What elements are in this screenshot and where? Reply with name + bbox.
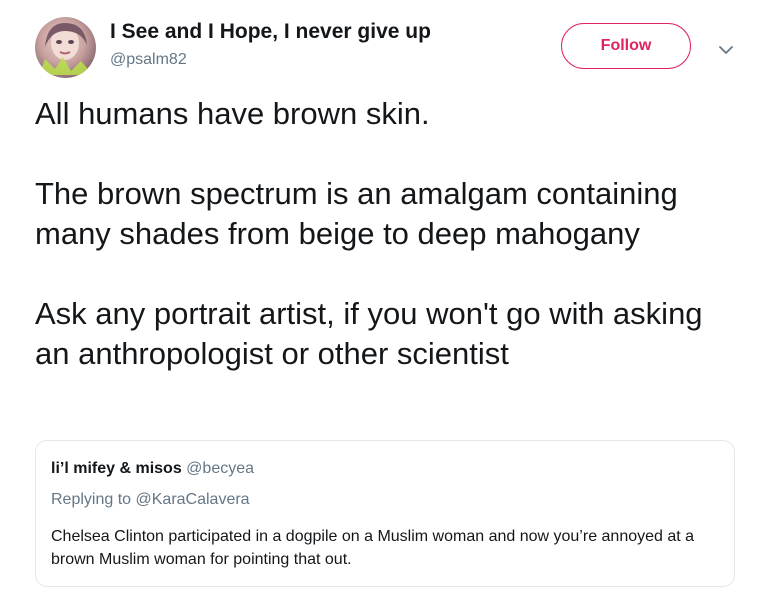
chevron-down-icon xyxy=(719,46,733,54)
more-options-button[interactable] xyxy=(716,40,736,60)
quoted-author-handle: @becyea xyxy=(186,460,255,477)
replying-to-handle[interactable]: @KaraCalavera xyxy=(136,491,250,508)
user-avatar[interactable] xyxy=(35,17,96,78)
tweet-paragraph: The brown spectrum is an amalgam contain… xyxy=(35,176,678,251)
author-display-name[interactable]: I See and I Hope, I never give up xyxy=(110,20,431,44)
tweet-paragraph: All humans have brown skin. xyxy=(35,96,430,131)
replying-to-label: Replying to xyxy=(51,491,132,508)
quoted-tweet-text: Chelsea Clinton participated in a dogpil… xyxy=(51,528,695,568)
tweet-text: All humans have brown skin. The brown sp… xyxy=(35,94,735,374)
quoted-author-name: li’l mifey & misos xyxy=(51,460,182,477)
avatar-photo-icon xyxy=(39,23,93,75)
author-handle[interactable]: @psalm82 xyxy=(110,51,187,69)
quoted-tweet-card[interactable]: li’l mifey & misos @becyea Replying to @… xyxy=(35,440,735,587)
quoted-tweet-header: li’l mifey & misos @becyea xyxy=(51,460,254,478)
follow-button[interactable]: Follow xyxy=(561,23,691,69)
tweet-paragraph: Ask any portrait artist, if you won't go… xyxy=(35,296,703,371)
replying-to-line: Replying to @KaraCalavera xyxy=(51,491,250,509)
